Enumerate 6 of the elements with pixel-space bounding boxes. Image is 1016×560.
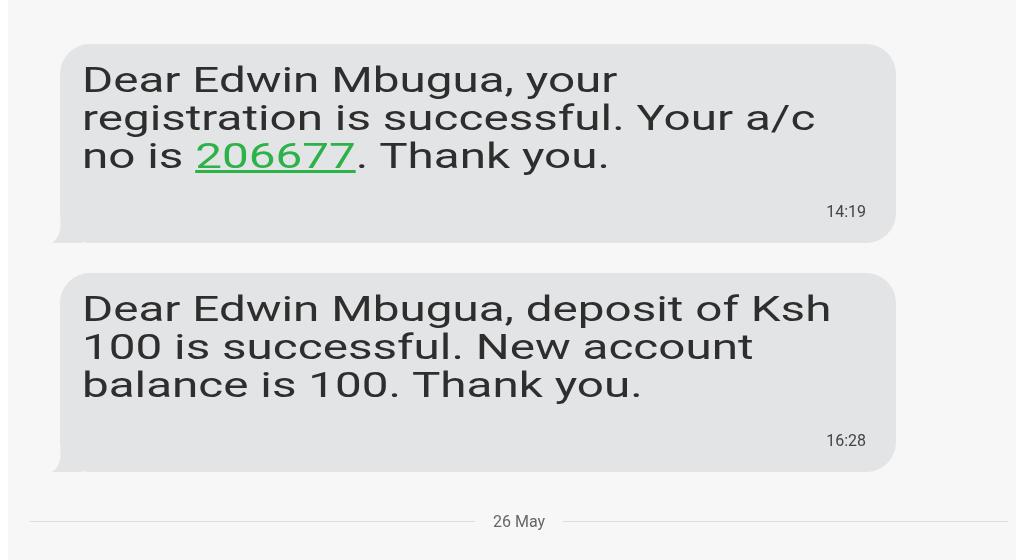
message-text: Dear Edwin Mbugua, deposit of Ksh 100 is successful. New account balance is 100. Thank you. [82, 291, 832, 405]
message-time: 16:28 [826, 431, 866, 450]
date-divider: 26 May [492, 512, 546, 531]
message-time: 14:19 [826, 202, 866, 221]
message-text: Dear Edwin Mbugua, your registration is successful. Your a/c no is 206677. Thank you. [82, 62, 816, 176]
number-link[interactable]: 206677 [195, 136, 356, 177]
